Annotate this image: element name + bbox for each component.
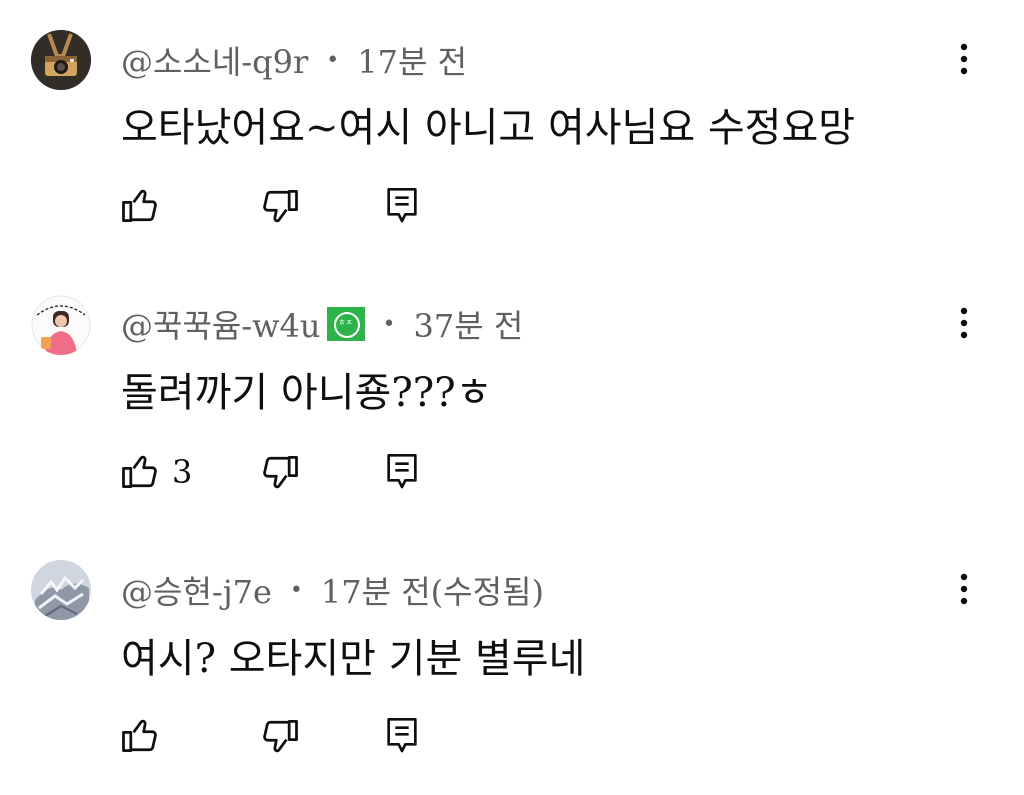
camera-strap-avatar-icon: [31, 30, 91, 90]
like-button[interactable]: [118, 712, 172, 760]
comment-meta: @꾹꾹윰-w4u ㅎㅈ • 37분 전: [121, 301, 524, 347]
author-name[interactable]: @꾹꾹윰-w4u: [121, 301, 321, 347]
badge-text: ㅎㅈ: [338, 318, 353, 327]
comment-meta: @승현-j7e • 17분 전(수정됨): [121, 567, 544, 613]
like-count: 3: [172, 453, 193, 491]
separator-dot: •: [326, 47, 340, 73]
comment-text: 오타났어요~여시 아니고 여사님요 수정요망: [121, 105, 856, 151]
avatar[interactable]: [31, 560, 91, 620]
member-badge-icon: ㅎㅈ: [326, 307, 365, 341]
comment-time: 17분 전(수정됨): [320, 573, 544, 611]
more-options-button[interactable]: [950, 570, 978, 610]
comment-actions: 3: [118, 448, 438, 496]
like-button[interactable]: [118, 182, 172, 230]
cartoon-girl-avatar-icon: [31, 295, 91, 355]
thumbs-up-icon: [122, 455, 157, 489]
dislike-button[interactable]: [258, 712, 302, 760]
more-vert-icon: [960, 307, 968, 339]
thumbs-down-icon: [263, 189, 298, 223]
author-name[interactable]: @소소네-q9r: [121, 37, 308, 83]
comment-text: 돌려까기 아니죵???ㅎ: [121, 370, 493, 416]
more-vert-icon: [960, 43, 968, 75]
author-name[interactable]: @승현-j7e: [121, 567, 272, 613]
reply-comment-icon: [387, 718, 417, 753]
comment-time: 17분 전: [357, 43, 468, 81]
separator-dot: •: [289, 577, 303, 603]
reply-button[interactable]: [382, 182, 422, 230]
more-options-button[interactable]: [950, 40, 978, 80]
thumbs-down-icon: [263, 719, 298, 753]
dislike-button[interactable]: [258, 182, 302, 230]
more-options-button[interactable]: [950, 304, 978, 344]
thumbs-up-icon: [122, 189, 157, 223]
snowy-tree-avatar-icon: [31, 560, 91, 620]
dislike-button[interactable]: [258, 448, 302, 496]
like-button[interactable]: 3: [118, 448, 192, 496]
reply-button[interactable]: [382, 448, 422, 496]
thumbs-down-icon: [263, 455, 298, 489]
comment-actions: [118, 712, 438, 760]
reply-comment-icon: [387, 454, 417, 489]
thumbs-up-icon: [122, 719, 157, 753]
separator-dot: •: [382, 311, 396, 337]
avatar[interactable]: [31, 30, 91, 90]
comment-time: 37분 전: [413, 307, 524, 345]
reply-comment-icon: [387, 188, 417, 223]
comment-text: 여시? 오타지만 기분 별루네: [121, 636, 586, 682]
comment-meta: @소소네-q9r • 17분 전: [121, 37, 468, 83]
comment-actions: [118, 182, 438, 230]
reply-button[interactable]: [382, 712, 422, 760]
more-vert-icon: [960, 573, 968, 605]
avatar[interactable]: [31, 295, 91, 355]
